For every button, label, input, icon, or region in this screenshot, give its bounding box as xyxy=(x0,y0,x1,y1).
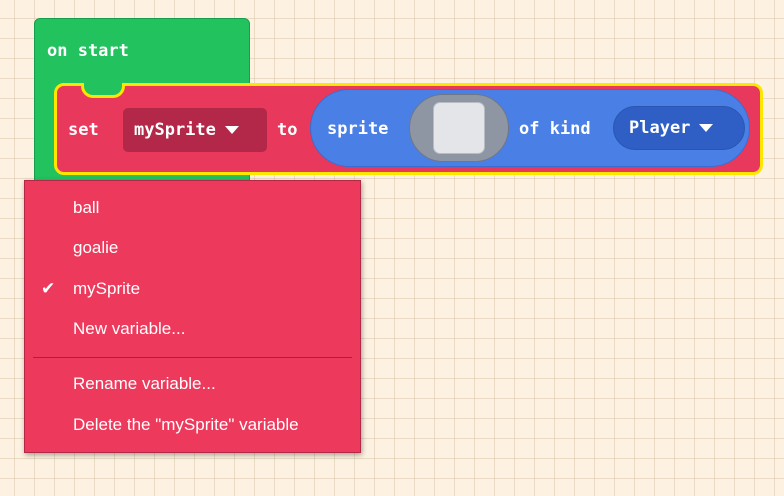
sprite-label: sprite xyxy=(327,119,389,139)
caret-down-icon xyxy=(224,126,239,134)
menu-item-ball[interactable]: ball xyxy=(25,191,360,225)
menu-item-goalie[interactable]: goalie xyxy=(25,231,360,265)
menu-separator xyxy=(33,357,352,358)
variable-dropdown-value: mySprite xyxy=(134,120,216,140)
set-label: set xyxy=(68,120,99,140)
menu-item-delete-variable[interactable]: Delete the "mySprite" variable xyxy=(25,408,360,442)
image-swatch-icon xyxy=(433,102,485,154)
menu-item-label: goalie xyxy=(73,238,119,257)
menu-item-mysprite[interactable]: ✔ mySprite xyxy=(25,272,360,306)
set-variable-block[interactable]: set mySprite to sprite of kind Player xyxy=(54,83,763,175)
set-block-notch xyxy=(81,83,125,98)
menu-item-label: mySprite xyxy=(73,279,141,298)
to-label: to xyxy=(277,120,298,140)
variable-dropdown[interactable]: mySprite xyxy=(123,108,267,152)
menu-item-label: Rename variable... xyxy=(73,374,216,393)
checkmark-icon: ✔ xyxy=(41,279,56,298)
menu-item-label: ball xyxy=(73,198,100,217)
menu-item-label: New variable... xyxy=(73,319,186,338)
menu-item-new-variable[interactable]: New variable... xyxy=(25,312,360,346)
on-start-label: on start xyxy=(47,41,129,61)
kind-dropdown-value: Player xyxy=(629,118,691,138)
kind-dropdown[interactable]: Player xyxy=(613,106,745,150)
menu-item-label: Delete the "mySprite" variable xyxy=(73,415,299,434)
caret-down-icon xyxy=(699,124,714,132)
sprite-reporter-block[interactable]: sprite of kind Player xyxy=(310,89,750,167)
sprite-image-field[interactable] xyxy=(409,94,509,162)
variable-dropdown-menu: ball goalie ✔ mySprite New variable... R… xyxy=(24,180,361,453)
of-kind-label: of kind xyxy=(519,119,591,139)
menu-item-rename-variable[interactable]: Rename variable... xyxy=(25,367,360,401)
